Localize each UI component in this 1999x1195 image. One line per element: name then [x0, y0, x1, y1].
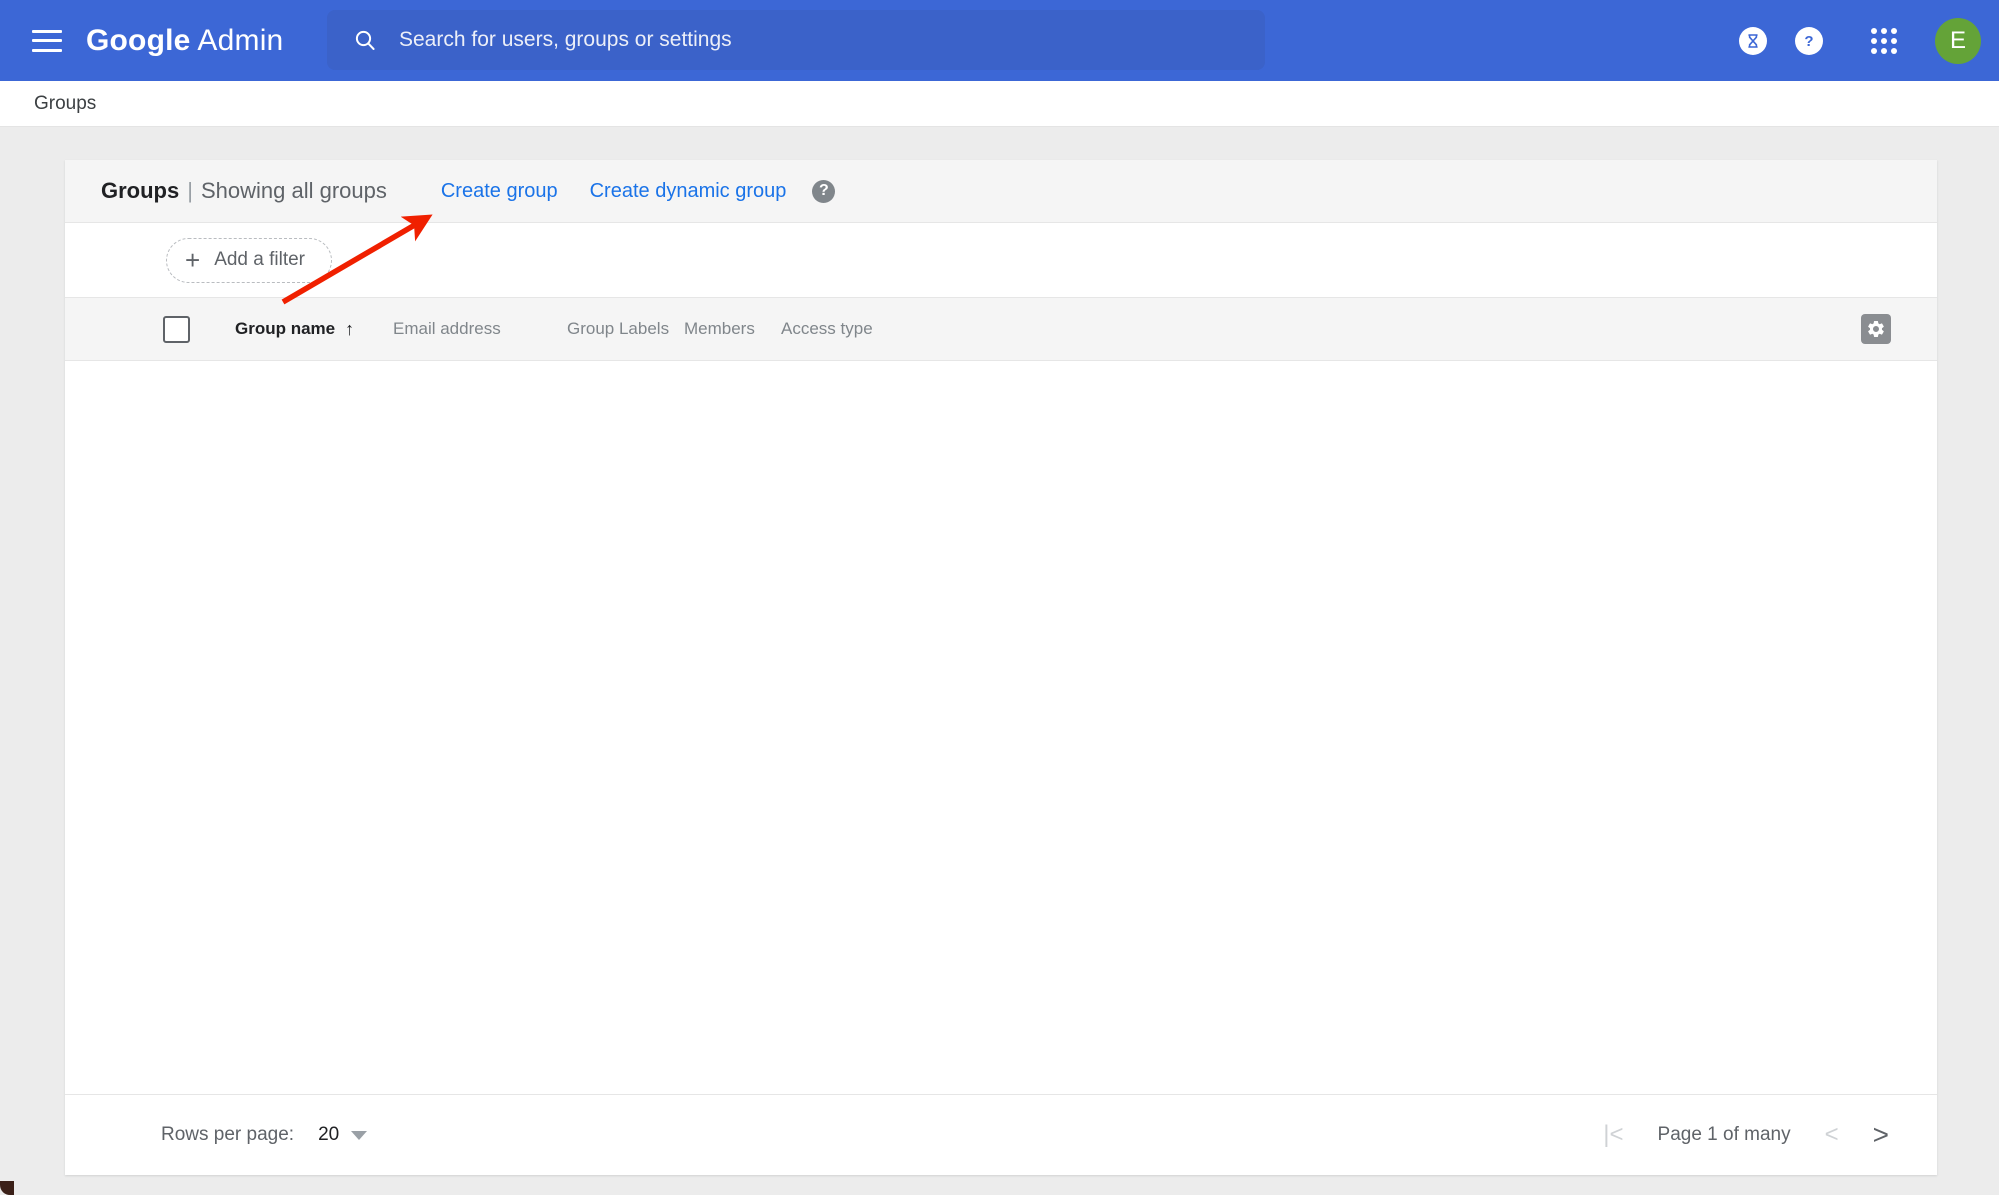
- search-input[interactable]: [399, 28, 1219, 52]
- next-page-button[interactable]: >: [1873, 1121, 1889, 1149]
- column-header-group-labels[interactable]: Group Labels: [567, 319, 669, 339]
- avatar[interactable]: E: [1935, 17, 1981, 64]
- add-filter-button[interactable]: + Add a filter: [166, 237, 333, 283]
- pagination-controls: |< Page 1 of many < >: [1603, 1121, 1889, 1149]
- top-app-bar: Google Admin ? E: [0, 0, 1999, 81]
- page-indicator: Page 1 of many: [1657, 1124, 1791, 1145]
- search-box[interactable]: [327, 10, 1265, 70]
- create-group-link[interactable]: Create group: [441, 180, 558, 203]
- create-dynamic-group-link[interactable]: Create dynamic group: [590, 180, 787, 203]
- page-content: Groups | Showing all groups Create group…: [0, 127, 1999, 1195]
- table-footer: Rows per page: 20 |< Page 1 of many < >: [65, 1095, 1937, 1175]
- page-subtitle: Showing all groups: [200, 178, 387, 203]
- groups-card: Groups | Showing all groups Create group…: [65, 160, 1937, 1175]
- select-all-checkbox[interactable]: [163, 315, 190, 343]
- add-filter-label: Add a filter: [214, 249, 306, 270]
- card-filter-bar: + Add a filter: [65, 223, 1937, 298]
- title-separator: |: [187, 178, 193, 203]
- column-header-email-address[interactable]: Email address: [393, 319, 501, 339]
- hourglass-icon[interactable]: [1739, 26, 1767, 55]
- breadcrumb-item-groups[interactable]: Groups: [34, 93, 96, 115]
- sort-ascending-icon: ↑: [345, 318, 355, 339]
- plus-icon: +: [185, 245, 201, 275]
- page-title: Groups: [101, 178, 180, 203]
- column-settings-gear-icon[interactable]: [1861, 314, 1891, 344]
- rows-per-page-select[interactable]: 20: [318, 1124, 368, 1146]
- table-body-empty: [65, 361, 1937, 1095]
- card-actions: Create group Create dynamic group ?: [441, 179, 836, 203]
- rows-per-page-label: Rows per page:: [161, 1124, 295, 1145]
- brand-google: Google: [86, 23, 191, 57]
- brand-admin: Admin: [190, 23, 284, 57]
- search-icon: [353, 28, 377, 52]
- card-title-bar: Groups | Showing all groups Create group…: [65, 160, 1937, 223]
- app-brand-title: Google Admin: [86, 24, 283, 58]
- column-header-access-type[interactable]: Access type: [781, 319, 873, 339]
- column-header-group-name[interactable]: Group name ↑: [235, 319, 354, 340]
- help-question-icon[interactable]: ?: [1795, 26, 1823, 55]
- first-page-button[interactable]: |<: [1603, 1123, 1623, 1147]
- column-header-members[interactable]: Members: [684, 319, 755, 339]
- table-header-row: Group name ↑ Email address Group Labels …: [65, 298, 1937, 361]
- breadcrumb: Groups: [0, 81, 1999, 127]
- select-all-cell: [163, 315, 233, 343]
- column-header-group-name-label: Group name: [235, 319, 336, 338]
- previous-page-button[interactable]: <: [1825, 1123, 1839, 1147]
- apps-grid-icon[interactable]: [1867, 24, 1901, 58]
- help-badge-icon[interactable]: ?: [812, 179, 836, 203]
- hamburger-menu-icon[interactable]: [32, 29, 62, 52]
- chevron-down-icon: [351, 1130, 368, 1140]
- svg-text:?: ?: [1804, 33, 1813, 50]
- app-bar-actions: ? E: [1739, 0, 1981, 81]
- rows-per-page-value: 20: [318, 1124, 340, 1145]
